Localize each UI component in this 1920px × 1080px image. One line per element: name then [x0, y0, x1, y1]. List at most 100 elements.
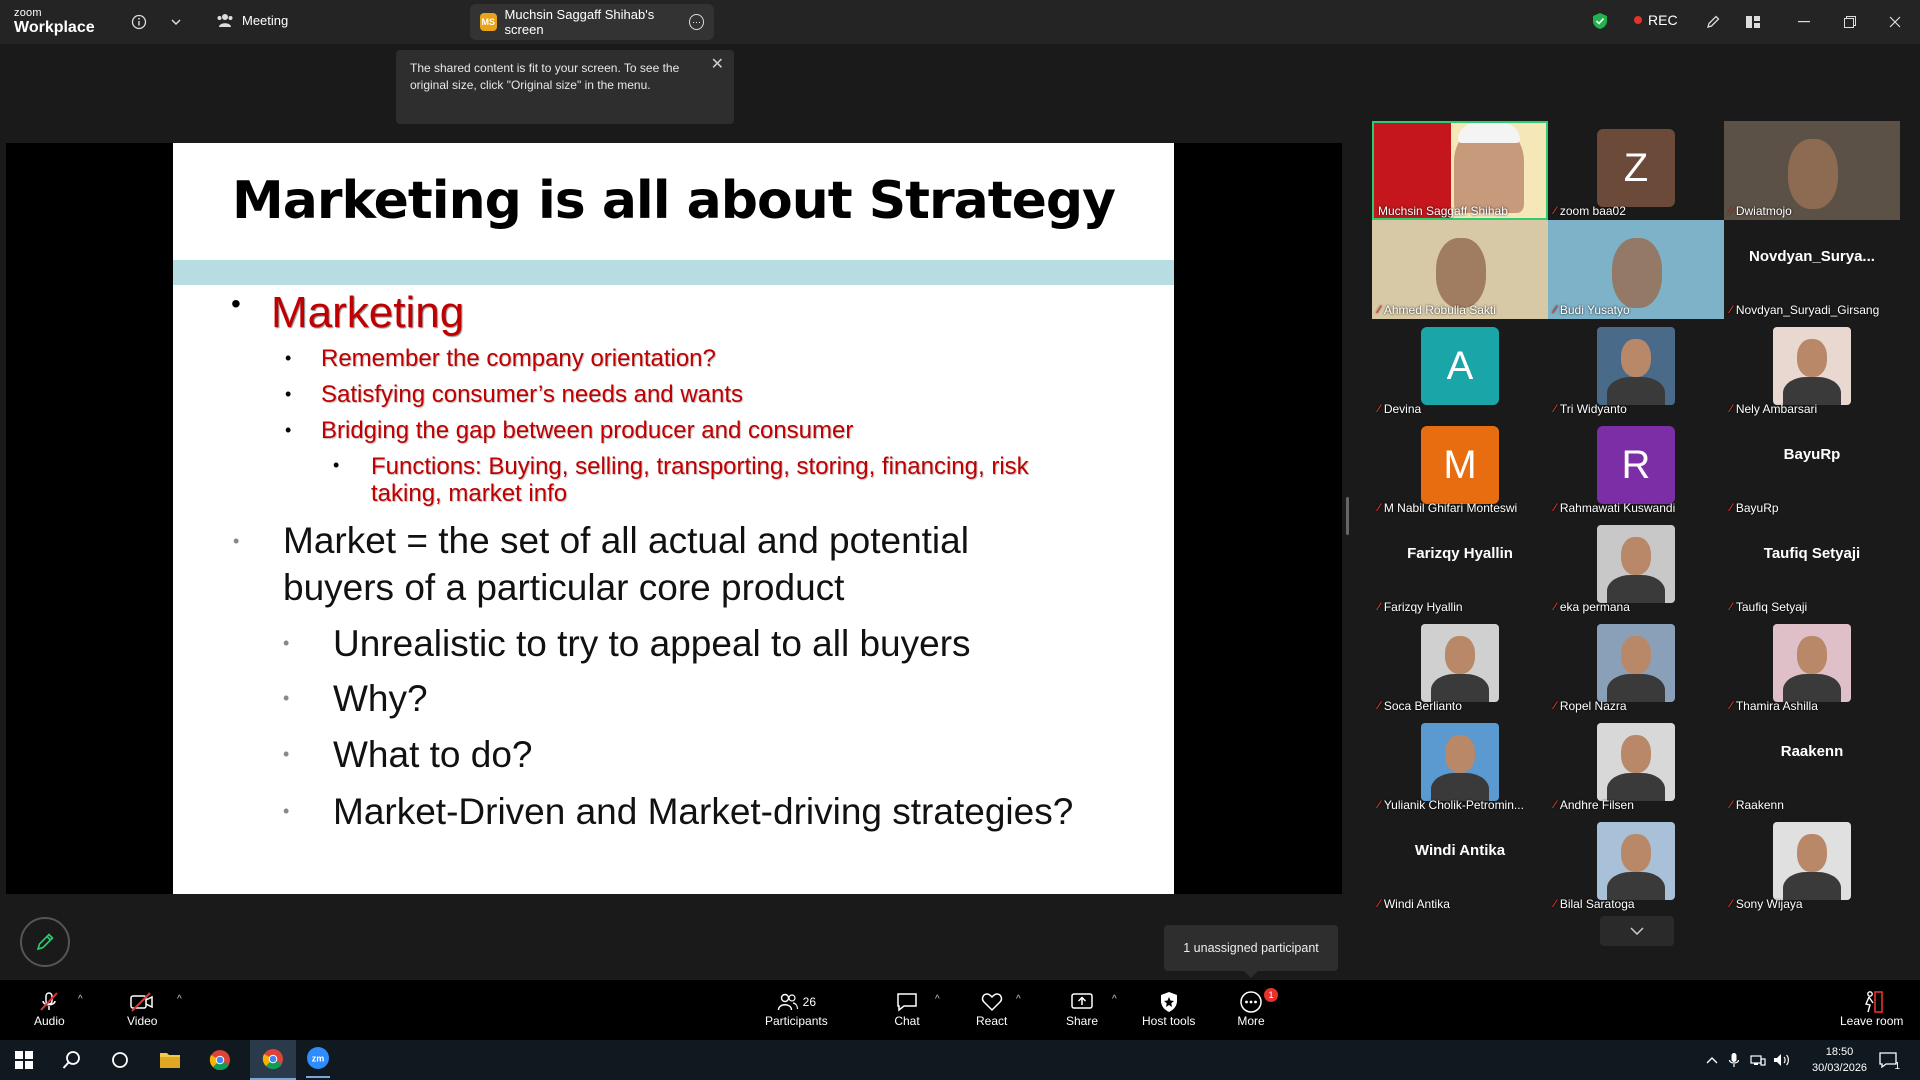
file-explorer-icon[interactable]: [158, 1048, 182, 1072]
sub-bullet: Satisfying consumer’s needs and wants: [321, 381, 744, 408]
participant-tile[interactable]: Taufiq Setyaji ⁄ Taufiq Setyaji: [1724, 517, 1900, 616]
svg-text:zm: zm: [312, 1054, 325, 1064]
participant-tile[interactable]: Farizqy Hyallin ⁄ Farizqy Hyallin: [1372, 517, 1548, 616]
tab-meeting[interactable]: Meeting: [216, 12, 288, 28]
participant-tile[interactable]: ⁄ Tri Widyanto: [1548, 319, 1724, 418]
chat-options-caret[interactable]: ^: [935, 994, 940, 1005]
participant-tile[interactable]: Novdyan_Surya... ⁄ Novdyan_Suryadi_Girsang: [1724, 220, 1900, 319]
video-options-caret[interactable]: ^: [177, 994, 182, 1005]
gallery-scroll-down-button[interactable]: [1600, 916, 1674, 946]
mic-muted-icon: ⁄: [1554, 898, 1556, 910]
participant-name: M Nabil Ghifari Monteswi: [1383, 501, 1518, 515]
participant-tile[interactable]: ⁄ Sony Wijaya: [1724, 814, 1900, 913]
bullet-dot: •: [283, 744, 290, 764]
audio-options-caret[interactable]: ^: [78, 994, 83, 1005]
logo-top-text: zoom: [14, 7, 42, 19]
host-tools-label: Host tools: [1142, 1014, 1196, 1028]
more-options-icon[interactable]: ···: [689, 14, 704, 30]
leave-room-button[interactable]: Leave room: [1840, 990, 1903, 1028]
participants-icon: 26: [766, 990, 826, 1014]
react-options-caret[interactable]: ^: [1016, 994, 1021, 1005]
tooltip-close-icon[interactable]: ✕: [711, 56, 724, 73]
windows-start-icon[interactable]: [12, 1048, 36, 1072]
recording-indicator[interactable]: REC: [1634, 12, 1678, 28]
host-tools-button[interactable]: Host tools: [1142, 990, 1195, 1028]
zoom-app-icon[interactable]: zm: [306, 1040, 330, 1078]
participant-tile[interactable]: ⁄ Bilal Saratoga: [1548, 814, 1724, 913]
participant-photo: [1597, 624, 1675, 702]
search-icon[interactable]: [60, 1048, 84, 1072]
info-icon[interactable]: [128, 11, 150, 33]
participant-photo: [1773, 624, 1851, 702]
participant-tile[interactable]: ⁄ Soca Berlianto: [1372, 616, 1548, 715]
more-notification-badge: 1: [1264, 988, 1278, 1002]
chrome-active-icon[interactable]: [250, 1040, 296, 1080]
participant-tile[interactable]: Z ⁄ zoom baa02: [1548, 121, 1724, 220]
chrome-icon[interactable]: [208, 1048, 232, 1072]
participant-tile[interactable]: ⁄ Ropel Nazra: [1548, 616, 1724, 715]
chevron-down-icon: [1630, 927, 1644, 935]
audio-button[interactable]: Audio: [34, 990, 65, 1028]
mic-muted-icon: ⁄: [1554, 304, 1556, 316]
participant-tile[interactable]: ⁄ Yulianik Cholik-Petromin...: [1372, 715, 1548, 814]
cortana-icon[interactable]: [108, 1048, 132, 1072]
pencil-icon[interactable]: [1703, 12, 1723, 32]
react-label: React: [976, 1014, 1008, 1028]
participant-tile[interactable]: M ⁄ M Nabil Ghifari Monteswi: [1372, 418, 1548, 517]
mic-muted-icon: ⁄: [1378, 700, 1380, 712]
participant-tile[interactable]: ⁄ Dwiatmojo: [1724, 121, 1900, 220]
microphone-icon[interactable]: [1722, 1048, 1746, 1072]
tab-shared-screen[interactable]: MS Muchsin Saggaff Shihab's screen ···: [470, 4, 714, 40]
share-options-caret[interactable]: ^: [1112, 994, 1117, 1005]
participants-button[interactable]: 26 Participants: [765, 990, 828, 1028]
rec-label: REC: [1648, 12, 1678, 28]
participant-tile[interactable]: R ⁄ Rahmawati Kuswandi: [1548, 418, 1724, 517]
participant-tile[interactable]: ⁄ eka permana: [1548, 517, 1724, 616]
participant-tile[interactable]: A ⁄ Devina: [1372, 319, 1548, 418]
participant-name: Nely Ambarsari: [1735, 402, 1818, 416]
chevron-up-icon[interactable]: [1700, 1048, 1724, 1072]
zoom-logo: zoom Workplace: [14, 8, 95, 36]
minimize-icon[interactable]: [1794, 12, 1814, 32]
bullet-dot: •: [333, 455, 340, 475]
restore-icon[interactable]: [1840, 12, 1860, 32]
chevron-down-icon[interactable]: [165, 11, 187, 33]
mic-muted-icon: ⁄: [1378, 403, 1380, 415]
more-button[interactable]: More: [1237, 990, 1265, 1028]
mic-muted-icon: ⁄: [1730, 898, 1732, 910]
system-clock[interactable]: 18:50 30/03/2026: [1812, 1044, 1867, 1076]
participant-tile[interactable]: Muchsin Saggaff Shihab: [1372, 121, 1548, 220]
mic-muted-icon: ⁄: [1554, 601, 1556, 613]
participant-tile[interactable]: ⁄ Ahmed Robulla Sakti: [1372, 220, 1548, 319]
participant-photo-face: [1445, 636, 1475, 674]
volume-icon[interactable]: [1770, 1048, 1794, 1072]
participant-name: Sony Wijaya: [1735, 897, 1803, 911]
participant-display-name: Taufiq Setyaji: [1763, 545, 1861, 562]
layout-icon[interactable]: [1743, 12, 1763, 32]
panel-resize-handle[interactable]: [1346, 497, 1349, 535]
participant-photo-face: [1445, 735, 1475, 773]
market-definition-line2: buyers of a particular core product: [283, 567, 845, 608]
video-button[interactable]: Video: [127, 990, 157, 1028]
participant-name: Thamira Ashilla: [1735, 699, 1818, 713]
participant-display-name: BayuRp: [1783, 446, 1841, 463]
mic-muted-icon: ⁄: [1730, 700, 1732, 712]
annotate-button[interactable]: [20, 917, 70, 967]
participant-tile[interactable]: Raakenn ⁄ Raakenn: [1724, 715, 1900, 814]
participant-tile[interactable]: ⁄ Nely Ambarsari: [1724, 319, 1900, 418]
participant-tile[interactable]: Windi Antika ⁄ Windi Antika: [1372, 814, 1548, 913]
participant-tile[interactable]: ⁄ Thamira Ashilla: [1724, 616, 1900, 715]
participant-tile[interactable]: ⁄ Budi Yusatyo: [1548, 220, 1724, 319]
notifications-icon[interactable]: 1: [1876, 1048, 1900, 1072]
mic-muted-icon: ⁄: [1730, 403, 1732, 415]
share-button[interactable]: Share: [1066, 990, 1098, 1028]
chat-button[interactable]: Chat: [893, 990, 921, 1028]
participant-name-label: ⁄ Taufiq Setyaji: [1730, 600, 1807, 614]
security-shield-icon[interactable]: [1592, 12, 1608, 30]
logo-bottom-text: Workplace: [14, 19, 95, 36]
network-icon[interactable]: [1746, 1048, 1770, 1072]
close-icon[interactable]: [1885, 12, 1905, 32]
participant-tile[interactable]: BayuRp ⁄ BayuRp: [1724, 418, 1900, 517]
participant-tile[interactable]: ⁄ Andhre Filsen: [1548, 715, 1724, 814]
react-button[interactable]: React: [976, 990, 1007, 1028]
